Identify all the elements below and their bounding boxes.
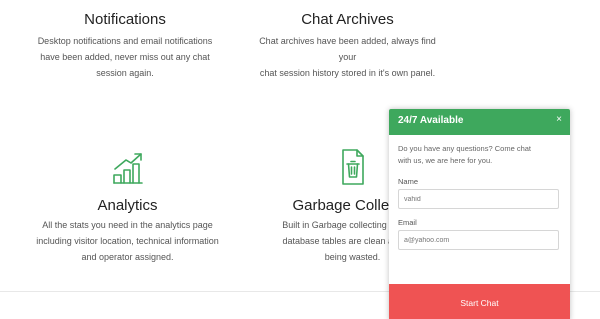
feature-description: Desktop notifications and email notifica… — [30, 33, 220, 81]
email-label: Email — [398, 218, 417, 227]
feature-description: Chat archives have been added, always fi… — [250, 33, 445, 81]
feature-title: Notifications — [84, 11, 166, 28]
feature-title: Analytics — [97, 197, 158, 214]
desc-line: session again. — [96, 68, 154, 78]
feature-analytics: Analytics All the stats you need in the … — [30, 148, 225, 265]
desc-line: being wasted. — [324, 252, 381, 262]
desc-line: Desktop notifications and email notifica… — [37, 36, 213, 46]
name-label: Name — [398, 177, 419, 186]
chat-title: 24/7 Available — [398, 115, 464, 126]
desc-line: chat session history stored in it's own … — [259, 68, 436, 78]
page: Notifications Desktop notifications and … — [0, 0, 600, 319]
trash-file-icon — [341, 149, 364, 185]
desc-line: and operator assigned. — [81, 252, 174, 262]
analytics-chart-icon — [112, 153, 143, 184]
chat-body: Do you have any questions? Come chat wit… — [389, 135, 570, 250]
desc-line: All the stats you need in the analytics … — [42, 220, 213, 230]
email-field[interactable] — [398, 230, 559, 250]
feature-notifications: Notifications Desktop notifications and … — [30, 10, 220, 81]
name-field[interactable] — [398, 189, 559, 209]
chat-header[interactable]: 24/7 Available × — [389, 109, 570, 135]
chat-widget: 24/7 Available × Do you have any questio… — [389, 109, 570, 319]
desc-line: Chat archives have been added, always fi… — [259, 36, 436, 62]
intro-line: with us, we are here for you. — [398, 156, 493, 165]
desc-line: including visitor location, technical in… — [36, 236, 219, 246]
desc-line: have been added, never miss out any chat — [40, 52, 210, 62]
start-chat-button[interactable]: Start Chat — [389, 284, 570, 319]
feature-title: Chat Archives — [301, 11, 394, 28]
close-icon[interactable]: × — [556, 114, 562, 125]
feature-chat-archives: Chat Archives Chat archives have been ad… — [250, 10, 445, 81]
intro-line: Do you have any questions? Come chat — [398, 144, 531, 153]
feature-description: All the stats you need in the analytics … — [30, 217, 225, 265]
chat-intro: Do you have any questions? Come chat wit… — [398, 143, 561, 167]
